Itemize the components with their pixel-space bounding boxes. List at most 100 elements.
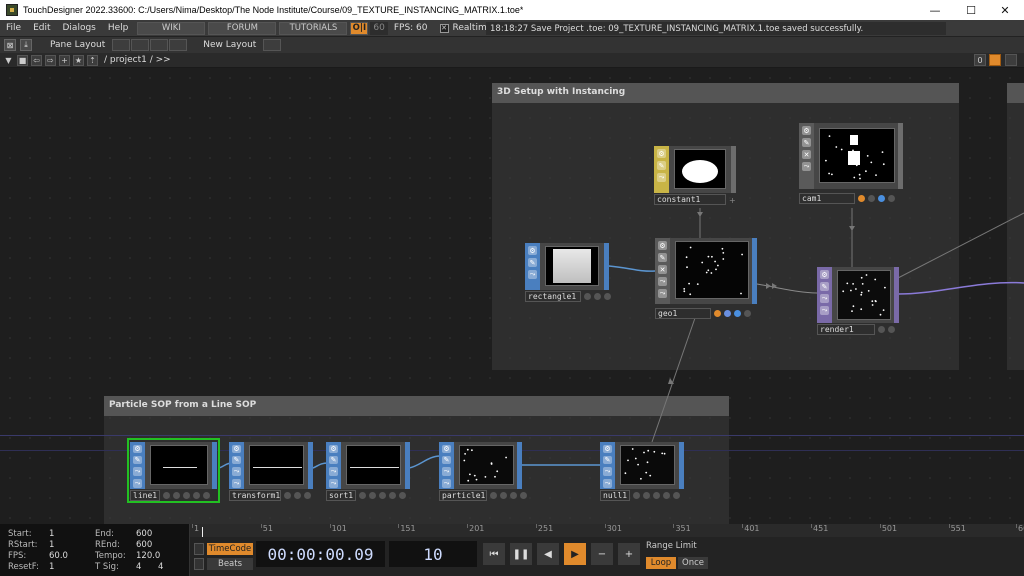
network-editor[interactable]: 3D Setup with Instancing Particle SOP fr…	[0, 68, 1024, 524]
node-sort1[interactable]: ⚙ ✎ ⤳ ⤳ sort1	[326, 442, 410, 501]
gear-icon[interactable]: ⚙	[442, 445, 451, 453]
layout-slot[interactable]	[263, 39, 282, 51]
network-path[interactable]: / project1 / >>	[98, 55, 177, 65]
edit-icon[interactable]: ✎	[528, 258, 537, 267]
node-label[interactable]: line1	[130, 490, 160, 501]
link-icon[interactable]: ⤳	[657, 173, 666, 182]
end-value[interactable]: 600	[136, 529, 152, 539]
gear-icon[interactable]: ⚙	[657, 149, 666, 158]
panel-toggle-icon[interactable]	[1005, 54, 1017, 66]
pane-split-icon[interactable]: ⊠	[4, 39, 16, 51]
link-icon[interactable]: ⤳	[802, 162, 811, 171]
edit-icon[interactable]: ✎	[802, 138, 811, 147]
node-output[interactable]	[731, 146, 736, 193]
menu-dialogs[interactable]: Dialogs	[57, 23, 102, 33]
node-geo1[interactable]: ⚙ ✎ ✕ ⤳ ⤳ geo1	[655, 238, 757, 319]
edit-icon[interactable]: ✎	[658, 253, 667, 262]
gear-icon[interactable]: ⚙	[658, 241, 667, 250]
edit-icon[interactable]: ✎	[133, 456, 142, 464]
link-icon[interactable]: ⤳	[329, 467, 338, 476]
link-icon[interactable]: ⤳	[442, 467, 451, 476]
layout-slot[interactable]	[112, 39, 131, 51]
tempo-value[interactable]: 120.0	[136, 551, 160, 561]
gear-icon[interactable]: ⚙	[820, 270, 829, 279]
new-layout-label[interactable]: New Layout	[197, 40, 262, 50]
add-icon[interactable]: +	[59, 54, 70, 66]
node-label[interactable]: particle1	[439, 490, 487, 501]
edit-icon[interactable]: ✎	[820, 282, 829, 291]
node-label[interactable]: render1	[817, 324, 875, 335]
node-output[interactable]	[308, 442, 313, 489]
maximize-button[interactable]: ☐	[954, 0, 988, 20]
node-render1[interactable]: ⚙ ✎ ⤳ ⤳ render1	[817, 267, 899, 335]
edit-icon[interactable]: ✎	[603, 456, 612, 464]
layout-slot[interactable]	[131, 39, 150, 51]
timecode-toggle-icon[interactable]	[194, 543, 204, 555]
chevron-down-icon[interactable]: ▼	[3, 55, 14, 66]
node-transform1[interactable]: ⚙ ✎ ⤳ ⤳ transform1	[229, 442, 313, 501]
gear-icon[interactable]: ⚙	[528, 246, 537, 255]
timecode-button[interactable]: TimeCode	[207, 543, 253, 555]
node-line1[interactable]: ⚙ ✎ ⤳ ⤳ line1	[130, 442, 217, 501]
link-icon[interactable]: ⤳	[820, 306, 829, 315]
edit-icon[interactable]: ✎	[232, 456, 241, 464]
node-output[interactable]	[517, 442, 522, 489]
link-icon[interactable]: ⤳	[232, 467, 241, 476]
menu-edit[interactable]: Edit	[27, 23, 56, 33]
node-output[interactable]	[894, 267, 899, 323]
menu-file[interactable]: File	[0, 23, 27, 33]
tsig-numerator[interactable]: 4	[136, 562, 141, 572]
panel-toggle-icon[interactable]	[989, 54, 1001, 66]
node-particle1[interactable]: ⚙ ✎ ⤳ ⤳ particle1	[439, 442, 527, 501]
beats-toggle-icon[interactable]	[194, 558, 204, 570]
oi-button[interactable]: O|I	[350, 21, 369, 35]
node-label[interactable]: sort1	[326, 490, 356, 501]
gear-icon[interactable]: ⚙	[232, 445, 241, 453]
once-button[interactable]: Once	[678, 557, 708, 569]
step-forward-button[interactable]: +	[618, 543, 640, 565]
node-rectangle1[interactable]: ⚙ ✎ ⤳ rectangle1	[525, 243, 611, 302]
resetf-value[interactable]: 1	[49, 562, 54, 572]
node-output[interactable]	[898, 123, 903, 189]
link-icon[interactable]: ⤳	[658, 289, 667, 298]
loop-button[interactable]: Loop	[646, 557, 676, 569]
beats-button[interactable]: Beats	[207, 558, 253, 570]
node-output[interactable]	[679, 442, 684, 489]
close-button[interactable]: ✕	[988, 0, 1022, 20]
layout-slot[interactable]	[150, 39, 169, 51]
node-label[interactable]: constant1	[654, 194, 726, 205]
start-value[interactable]: 1	[49, 529, 54, 539]
node-output[interactable]	[604, 243, 609, 290]
edit-icon[interactable]: ✎	[329, 456, 338, 464]
wiki-button[interactable]: WIKI	[137, 21, 206, 35]
forum-button[interactable]: FORUM	[208, 21, 277, 35]
link-icon[interactable]: ⤳	[442, 479, 451, 488]
link-icon[interactable]: ⤳	[133, 479, 142, 488]
realtime-checkbox[interactable]: ✕	[439, 23, 449, 33]
play-button[interactable]: ▶	[564, 543, 586, 565]
close-icon[interactable]: ✕	[802, 150, 811, 159]
node-cam1[interactable]: ⚙ ✎ ✕ ⤳ cam1	[799, 123, 903, 204]
fps-value[interactable]: 60.0	[49, 551, 68, 561]
node-label[interactable]: null1	[600, 490, 630, 501]
gear-icon[interactable]: ⚙	[133, 445, 142, 453]
minimize-button[interactable]: —	[918, 0, 952, 20]
frame-display[interactable]: 10	[389, 541, 477, 567]
menu-help[interactable]: Help	[102, 23, 135, 33]
timecode-display[interactable]: 00:00:00.09	[256, 541, 385, 567]
stop-icon[interactable]: ■	[17, 54, 28, 66]
link-icon[interactable]: ⤳	[820, 294, 829, 303]
forward-arrow-icon[interactable]: ⇨	[45, 54, 56, 66]
tutorials-button[interactable]: TUTORIALS	[279, 21, 348, 35]
link-icon[interactable]: ⤳	[528, 270, 537, 279]
node-output[interactable]	[405, 442, 410, 489]
link-icon[interactable]: ⤳	[658, 277, 667, 286]
step-back-button[interactable]: −	[591, 543, 613, 565]
node-label[interactable]: geo1	[655, 308, 711, 319]
edit-icon[interactable]: ✎	[442, 456, 451, 464]
edit-icon[interactable]: ✎	[657, 161, 666, 170]
link-icon[interactable]: ⤳	[603, 479, 612, 488]
node-null1[interactable]: ⚙ ✎ ⤳ ⤳ null1	[600, 442, 684, 501]
tsig-denominator[interactable]: 4	[158, 562, 163, 572]
pane-download-icon[interactable]: ⤓	[20, 39, 32, 51]
